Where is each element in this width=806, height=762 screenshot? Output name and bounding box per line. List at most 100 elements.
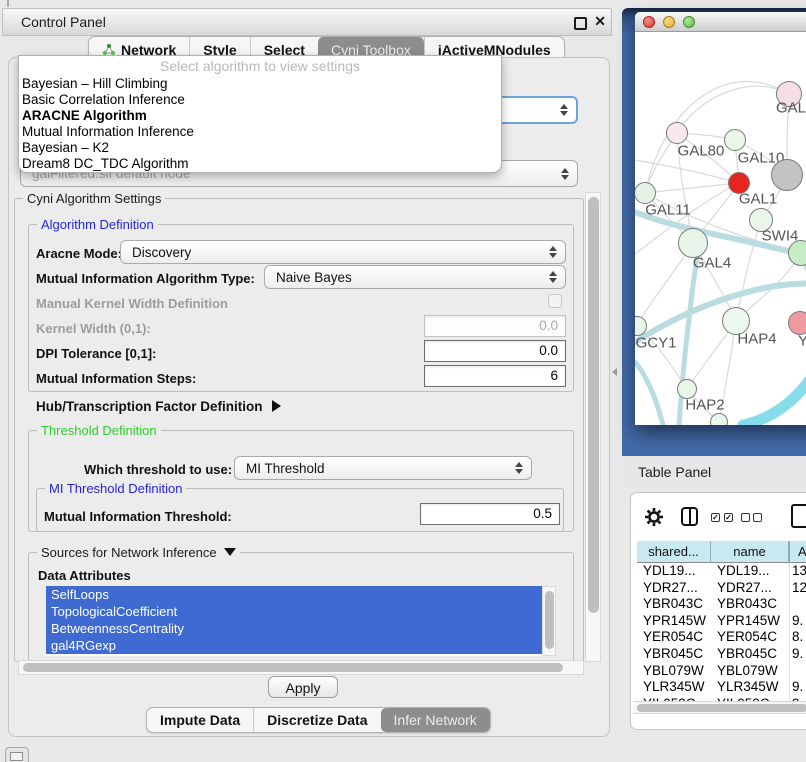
export-table-icon[interactable]	[791, 504, 806, 528]
manual-kernel-checkbox[interactable]	[548, 294, 562, 308]
table-cell: YLR345W	[637, 679, 711, 696]
network-node-gal80[interactable]	[666, 122, 688, 144]
column-header-a[interactable]: A	[789, 541, 806, 563]
bottom-tab-impute-data[interactable]: Impute Data	[147, 708, 253, 732]
network-node-gal10[interactable]	[724, 129, 746, 151]
sources-legend[interactable]: Sources for Network Inference	[37, 545, 240, 560]
table-row[interactable]: YDL19...YDL19...13	[637, 563, 806, 580]
aracne-mode-label: Aracne Mode:	[36, 246, 122, 261]
node-label-hap4: HAP4	[737, 331, 776, 348]
app-window: Control Panel ✕ NetworkStyleSelectCyni T…	[0, 0, 806, 762]
node-label-gal4: GAL4	[693, 255, 731, 272]
column-layout-icon[interactable]	[681, 507, 698, 526]
mi-threshold-label: Mutual Information Threshold:	[44, 509, 232, 524]
network-canvas[interactable]: GALGAL80GAL10GAL1GAL11SWI4GAL4GCY1HAP4YH…	[635, 32, 806, 425]
network-node-gal4[interactable]	[678, 228, 708, 258]
column-header-name[interactable]: name	[711, 541, 789, 563]
table-h-scrollbar-thumb[interactable]	[637, 704, 806, 712]
settings-scrollbar-thumb[interactable]	[588, 197, 599, 613]
mi-threshold-legend: MI Threshold Definition	[45, 481, 186, 496]
aracne-mode-value: Discovery	[132, 245, 191, 260]
settings-h-scrollbar[interactable]	[18, 660, 584, 675]
table-cell: 8.	[789, 629, 806, 646]
table-row[interactable]: YER054CYER054C8.	[637, 629, 806, 646]
table-cell: YPR145W	[711, 613, 789, 630]
attribute-item-selfloops[interactable]: SelfLoops	[46, 586, 542, 603]
table-h-scrollbar[interactable]	[633, 701, 806, 714]
network-node-y[interactable]	[788, 311, 806, 335]
float-panel-button[interactable]	[574, 17, 587, 30]
network-node-unlabeled[interactable]	[771, 159, 803, 191]
table-row[interactable]: YBR043CYBR043C	[637, 596, 806, 613]
mi-threshold-field[interactable]: 0.5	[420, 503, 560, 525]
mi-type-combo[interactable]: Naive Bayes	[264, 265, 566, 289]
table-row[interactable]: YLR345WYLR345W9.	[637, 679, 806, 696]
dpi-tolerance-field[interactable]: 0.0	[424, 340, 566, 362]
table-row[interactable]: YBL079WYBL079W	[637, 663, 806, 680]
apply-button[interactable]: Apply	[268, 676, 338, 698]
hub-definition-label: Hub/Transcription Factor Definition	[36, 399, 263, 414]
attribute-list-scrollbar[interactable]	[542, 586, 556, 656]
node-label-y: Y	[798, 333, 806, 350]
network-node-unlabeled[interactable]	[710, 413, 728, 425]
checked-box-icon[interactable]: ✓	[711, 513, 720, 522]
table-row[interactable]: YPR145WYPR145W9.	[637, 613, 806, 630]
which-threshold-value: MI Threshold	[246, 461, 325, 476]
column-header-shared[interactable]: shared...	[637, 541, 711, 563]
network-window-titlebar[interactable]	[635, 12, 806, 32]
attribute-item-topologicalcoefficient[interactable]: TopologicalCoefficient	[46, 603, 542, 620]
hub-definition-expander[interactable]: Hub/Transcription Factor Definition	[36, 399, 281, 414]
table-cell: 12	[789, 580, 806, 597]
attribute-list-scrollbar-thumb[interactable]	[545, 591, 554, 649]
minimize-window-icon[interactable]	[663, 16, 675, 28]
algorithm-option-aracne-algorithm[interactable]: ARACNE Algorithm	[19, 108, 501, 124]
table-panel-titlebar: Table Panel	[622, 456, 806, 488]
table-cell: 9.	[789, 679, 806, 696]
bottom-tab-discretize-data[interactable]: Discretize Data	[253, 708, 380, 732]
bottom-tab-infer-network-label: Infer Network	[394, 708, 477, 732]
settings-gear-icon[interactable]	[643, 506, 665, 528]
network-view-window[interactable]: GALGAL80GAL10GAL1GAL11SWI4GAL4GCY1HAP4YH…	[635, 12, 806, 425]
table-cell: YBR045C	[711, 646, 789, 663]
table-panel: ✓ ✓ shared...nameA YDL19...YDL19...13YDR…	[630, 492, 806, 730]
close-window-icon[interactable]	[643, 16, 655, 28]
settings-h-scrollbar-thumb[interactable]	[23, 663, 563, 672]
table-row[interactable]: YDR27...YDR27...12	[637, 580, 806, 597]
table-cell	[789, 663, 806, 680]
algorithm-option-mutual-information-inference[interactable]: Mutual Information Inference	[19, 124, 501, 140]
algorithm-placeholder: Select algorithm to view settings	[19, 56, 501, 76]
mi-steps-field[interactable]: 6	[424, 365, 566, 387]
table-cell: YDR27...	[637, 580, 711, 597]
combo-stepper-icon	[559, 104, 567, 116]
bottom-tab-infer-network[interactable]: Infer Network	[381, 708, 490, 732]
aracne-mode-combo[interactable]: Discovery	[120, 240, 566, 264]
combo-stepper-icon	[548, 246, 556, 258]
table-row[interactable]: YBR045CYBR045C9.	[637, 646, 806, 663]
table-cell: YDR27...	[711, 580, 789, 597]
manual-kernel-label: Manual Kernel Width Definition	[36, 296, 228, 311]
checked-box-icon[interactable]: ✓	[724, 513, 733, 522]
expand-right-icon	[272, 400, 281, 412]
unchecked-box-icon[interactable]	[753, 513, 762, 522]
threshold-definition-legend: Threshold Definition	[37, 423, 161, 438]
which-threshold-combo[interactable]: MI Threshold	[234, 456, 532, 480]
table-cell: YBR043C	[711, 596, 789, 613]
attribute-item-betweennesscentrality[interactable]: BetweennessCentrality	[46, 620, 542, 637]
unchecked-box-icon[interactable]	[741, 513, 750, 522]
algorithm-option-bayesian-k2[interactable]: Bayesian – K2	[19, 140, 501, 156]
attribute-item-gal4rgexp[interactable]: gal4RGexp	[46, 637, 542, 654]
algorithm-option-bayesian-hill-climbing[interactable]: Bayesian – Hill Climbing	[19, 76, 501, 92]
zoom-window-icon[interactable]	[683, 16, 695, 28]
close-panel-button[interactable]: ✕	[594, 13, 606, 30]
table-cell	[789, 596, 806, 613]
algorithm-option-dream8-dc-tdc-algorithm[interactable]: Dream8 DC_TDC Algorithm	[19, 156, 501, 172]
algorithm-option-basic-correlation-inference[interactable]: Basic Correlation Inference	[19, 92, 501, 108]
mi-type-value: Naive Bayes	[276, 270, 352, 285]
settings-scrollbar[interactable]	[585, 192, 601, 662]
combo-stepper-icon	[548, 271, 556, 283]
combo-stepper-icon	[560, 168, 568, 180]
kernel-width-field[interactable]: 0.0	[424, 315, 566, 337]
table-panel-title: Table Panel	[638, 456, 711, 488]
dock-button[interactable]	[5, 747, 29, 762]
splitter-collapse-icon[interactable]	[612, 368, 617, 376]
